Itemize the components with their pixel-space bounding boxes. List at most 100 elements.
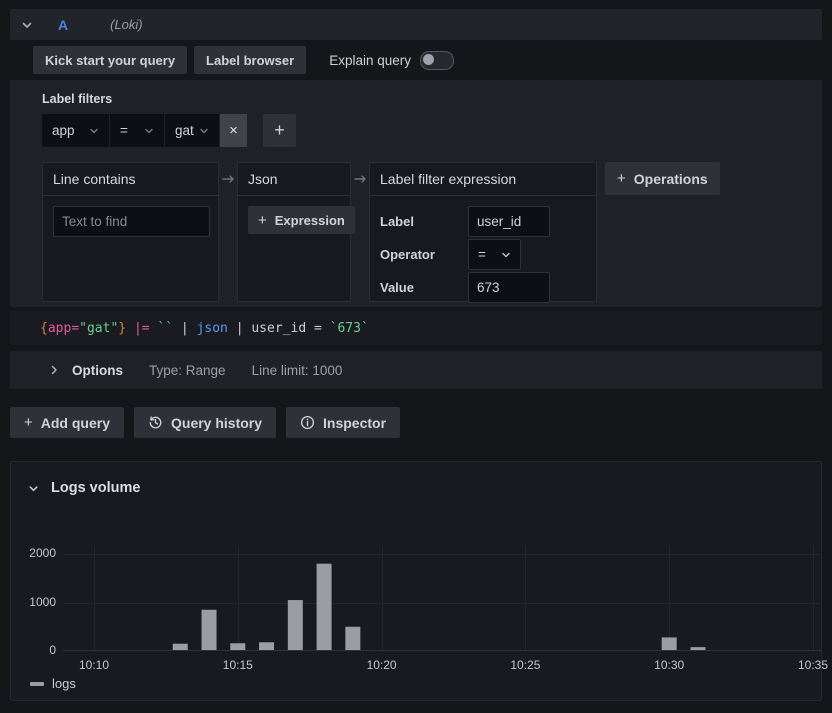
x-axis-label: 10:20 [356,658,408,672]
query-ref-id: A [58,17,68,33]
history-icon [148,415,163,430]
kick-start-query-button[interactable]: Kick start your query [33,46,187,74]
label-select[interactable]: app [42,114,109,147]
chevron-down-icon [89,126,99,136]
plus-icon: + [258,213,267,228]
add-label-filter-button[interactable]: + [263,114,296,147]
operations-row: Line contains Json + Expression [42,162,812,302]
options-line-limit: Line limit: 1000 [252,363,343,378]
query-token [126,321,134,336]
label-field-name: Label [380,214,468,229]
value-field-input[interactable] [468,272,550,303]
operation-body: Label Operator = Value [370,196,596,315]
operation-title: Label filter expression [380,171,516,187]
label-filter-row: app = gat × + [42,114,812,147]
query-token: } [118,321,126,336]
label-browser-button[interactable]: Label browser [194,46,306,74]
inspector-button[interactable]: Inspector [286,407,400,438]
plus-icon: + [617,171,626,186]
y-axis-label: 0 [11,643,56,657]
query-token: "gat" [79,321,118,336]
query-token: `673` [330,321,369,336]
logs-volume-chart[interactable]: 01000200010:1010:1510:2010:2510:3010:35 [11,462,821,700]
operation-header[interactable]: Json [238,163,350,196]
operator-select[interactable]: = [110,114,164,147]
bar [317,564,332,650]
operator-field-value: = [478,247,486,262]
label-field-row: Label [380,206,586,237]
bar [288,600,303,650]
query-token: | [228,321,251,336]
operation-header[interactable]: Label filter expression [370,163,596,196]
operator-field-select[interactable]: = [468,239,521,270]
arrow-right-icon [351,162,369,195]
bar [662,637,677,650]
label-select-value: app [52,123,75,138]
query-preview[interactable]: {app="gat"} |= `` | json | user_id = `67… [10,311,822,345]
bar [259,642,274,650]
options-type: Type: Range [149,363,226,378]
close-icon: × [229,122,238,139]
bar [345,627,360,650]
query-token: app [48,321,71,336]
operation-title: Line contains [53,171,136,187]
x-axis-label: 10:30 [643,658,695,672]
operation-label-filter-expression: Label filter expression Label Operator =… [369,162,597,302]
operator-field-name: Operator [380,247,468,262]
operation-header[interactable]: Line contains [43,163,218,196]
remove-label-filter-button[interactable]: × [220,114,247,147]
logs-volume-plot[interactable] [63,538,821,651]
add-query-label: Add query [41,415,110,431]
explain-query-toggle[interactable] [420,51,454,70]
query-token: user_id [251,321,306,336]
x-axis-label: 10:10 [68,658,120,672]
chevron-right-icon [48,364,60,376]
actions-row: + Add query Query history Inspector [10,407,400,438]
label-field-input[interactable] [468,206,550,237]
y-axis-label: 1000 [11,595,56,609]
info-icon [300,415,315,430]
add-query-button[interactable]: + Add query [10,407,124,438]
datasource-name: (Loki) [110,17,143,32]
legend-label: logs [52,676,76,691]
line-contains-input[interactable] [53,206,210,237]
add-operations-label: Operations [634,171,708,187]
plus-icon: + [274,120,285,141]
label-filter-group: app = gat × [42,114,247,147]
add-expression-button[interactable]: + Expression [248,206,355,234]
query-toolbar: Kick start your query Label browser Expl… [33,46,454,74]
y-axis-label: 2000 [11,546,56,560]
label-filters-title: Label filters [42,92,812,106]
inspector-label: Inspector [323,415,386,431]
query-editor-panel: Label filters app = gat × + Line contain… [10,80,822,307]
operation-body [43,196,218,247]
x-axis-label: 10:15 [212,658,264,672]
query-token: = [306,321,329,336]
value-field-row: Value [380,272,586,303]
bar [230,643,245,650]
chevron-down-icon [501,250,511,260]
query-token: { [40,321,48,336]
options-row[interactable]: Options Type: Range Line limit: 1000 [10,351,822,389]
add-operations-button[interactable]: + Operations [605,162,720,195]
query-row-header[interactable]: A (Loki) [10,9,822,40]
chart-legend[interactable]: logs [30,676,76,691]
operator-field-row: Operator = [380,239,586,270]
query-history-label: Query history [171,415,262,431]
arrow-right-icon [219,162,237,195]
operator-select-value: = [120,123,128,138]
collapse-query-icon[interactable] [20,18,34,32]
value-select[interactable]: gat [165,114,219,147]
x-axis-label: 10:35 [787,658,832,672]
value-field-name: Value [380,280,468,295]
logs-volume-panel: Logs volume 01000200010:1010:1510:2010:2… [10,461,822,701]
operation-line-contains: Line contains [42,162,219,302]
explain-query-label: Explain query [329,53,411,68]
chevron-down-icon [199,126,209,136]
operation-json: Json + Expression [237,162,351,302]
query-token: json [197,321,228,336]
query-token: |= [134,321,150,336]
query-history-button[interactable]: Query history [134,407,276,438]
x-axis-label: 10:25 [499,658,551,672]
add-expression-label: Expression [275,213,345,228]
